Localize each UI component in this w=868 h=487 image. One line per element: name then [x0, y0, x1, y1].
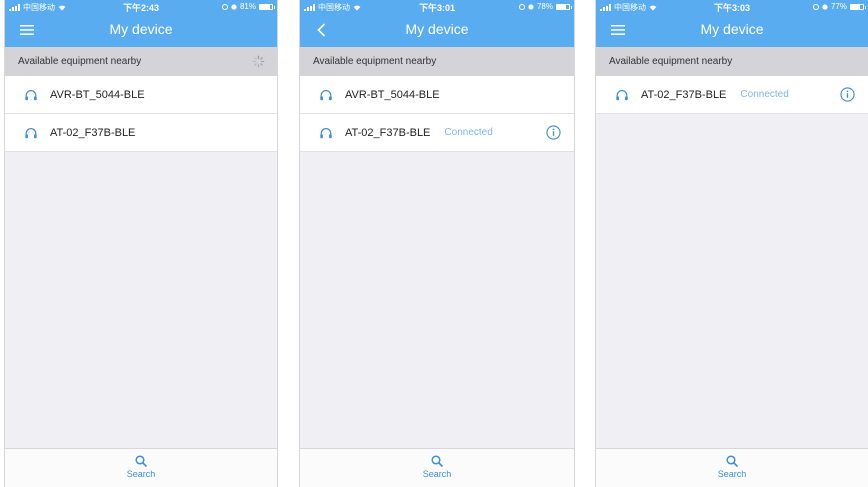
headphones-icon [320, 127, 332, 138]
device-row[interactable]: AVR-BT_5044-BLE [300, 76, 574, 114]
section-header-label: Available equipment nearby [18, 56, 142, 67]
nav-bar: My device [300, 13, 574, 47]
status-right: 77% [812, 2, 866, 11]
battery-icon [850, 3, 866, 10]
search-icon [135, 455, 147, 467]
device-list: AVR-BT_5044-BLE AT-02_F37B-BLE Connected [300, 76, 574, 152]
battery-icon [259, 3, 275, 10]
phone-screen-1: 中国移动 下午2:43 81% My device Available equi… [4, 0, 278, 487]
headphones-icon [25, 89, 37, 100]
status-bar: 中国移动 下午3:03 77% [596, 0, 868, 13]
alarm-icon [231, 4, 237, 10]
battery-percent: 81% [239, 2, 256, 11]
orientation-lock-icon [518, 3, 525, 10]
device-row[interactable]: AT-02_F37B-BLE Connected [300, 114, 574, 152]
status-right: 81% [221, 2, 275, 11]
search-icon [726, 455, 738, 467]
device-name: AT-02_F37B-BLE [50, 126, 136, 139]
info-icon[interactable] [546, 125, 561, 140]
connected-status: Connected [740, 89, 789, 100]
phone-screen-3: 中国移动 下午3:03 77% My device Available equi… [595, 0, 868, 487]
battery-icon [556, 3, 572, 10]
device-name: AT-02_F37B-BLE [345, 126, 431, 139]
section-header: Available equipment nearby [5, 47, 277, 76]
device-name: AVR-BT_5044-BLE [345, 88, 440, 101]
section-header-label: Available equipment nearby [609, 56, 733, 67]
orientation-lock-icon [812, 3, 819, 10]
search-tab-button[interactable]: Search [596, 448, 868, 487]
status-right: 78% [518, 2, 572, 11]
search-tab-label: Search [126, 469, 156, 479]
device-list: AT-02_F37B-BLE Connected [596, 76, 868, 114]
status-bar: 中国移动 下午2:43 81% [5, 0, 277, 13]
status-bar: 中国移动 下午3:01 78% [300, 0, 574, 13]
device-row[interactable]: AVR-BT_5044-BLE [5, 76, 277, 114]
battery-fill [260, 4, 270, 9]
headphones-icon [320, 89, 332, 100]
search-tab-label: Search [717, 469, 747, 479]
nav-bar: My device [5, 13, 277, 47]
battery-percent: 77% [830, 2, 847, 11]
headphones-icon [25, 127, 37, 138]
alarm-icon [822, 4, 828, 10]
device-row[interactable]: AT-02_F37B-BLE [5, 114, 277, 152]
nav-bar: My device [596, 13, 868, 47]
section-header-label: Available equipment nearby [313, 56, 437, 67]
device-name: AVR-BT_5044-BLE [50, 88, 145, 101]
battery-percent: 78% [536, 2, 553, 11]
page-title: My device [700, 21, 764, 37]
page-title: My device [405, 21, 469, 37]
section-header: Available equipment nearby [300, 47, 574, 76]
search-tab-button[interactable]: Search [300, 448, 574, 487]
search-tab-button[interactable]: Search [5, 448, 277, 487]
section-header: Available equipment nearby [596, 47, 868, 76]
phone-screen-2: 中国移动 下午3:01 78% My device Available equi… [299, 0, 575, 487]
device-list: AVR-BT_5044-BLE AT-02_F37B-BLE [5, 76, 277, 152]
search-tab-label: Search [422, 469, 452, 479]
search-icon [431, 455, 443, 467]
device-row[interactable]: AT-02_F37B-BLE Connected [596, 76, 868, 114]
connected-status: Connected [444, 127, 493, 138]
loading-spinner-icon [252, 55, 265, 68]
headphones-icon [616, 89, 628, 100]
battery-fill [851, 4, 861, 9]
alarm-icon [528, 4, 534, 10]
info-icon[interactable] [840, 87, 855, 102]
device-name: AT-02_F37B-BLE [641, 88, 727, 101]
page-title: My device [109, 21, 173, 37]
orientation-lock-icon [221, 3, 228, 10]
battery-fill [557, 4, 567, 9]
